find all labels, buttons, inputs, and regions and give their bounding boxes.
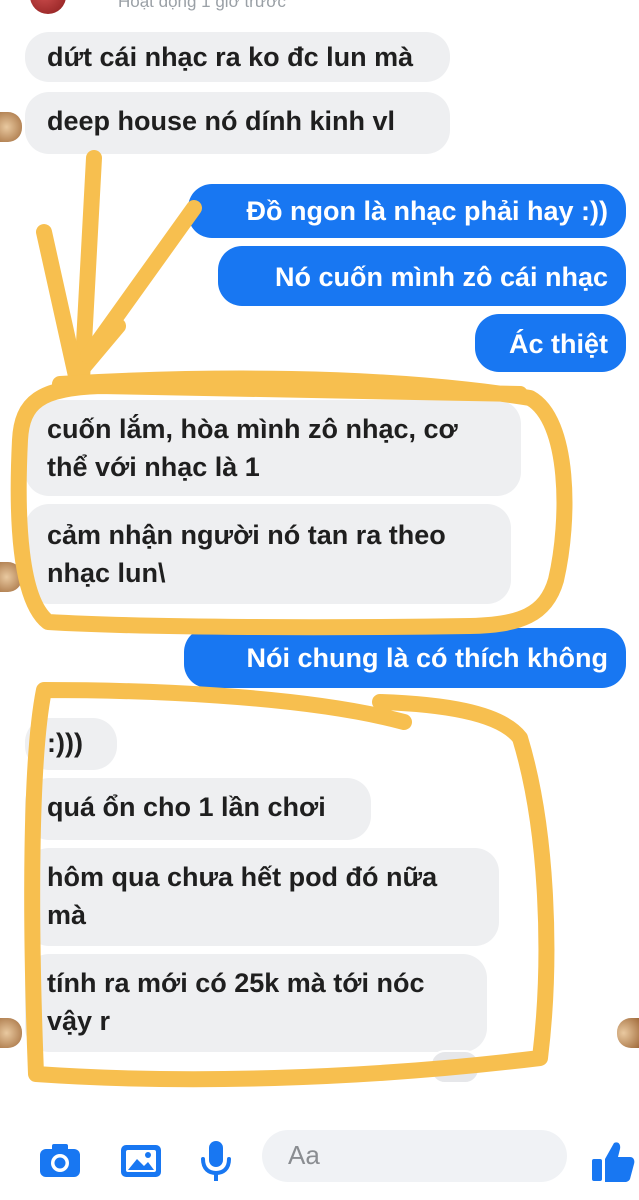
seen-avatar: [617, 1018, 639, 1048]
like-icon[interactable]: [590, 1137, 636, 1185]
message-incoming[interactable]: dứt cái nhạc ra ko đc lun mà: [25, 32, 450, 82]
gallery-icon[interactable]: [117, 1137, 165, 1185]
message-text: Ác thiệt: [508, 329, 608, 359]
message-text-line: hôm qua chưa hết pod đó nữa: [47, 862, 438, 892]
message-incoming[interactable]: hôm qua chưa hết pod đó nữa mà: [25, 848, 499, 946]
microphone-icon[interactable]: [192, 1137, 240, 1185]
message-incoming[interactable]: deep house nó dính kinh vl: [25, 92, 450, 154]
sender-avatar: [0, 562, 22, 592]
camera-icon[interactable]: [36, 1137, 84, 1185]
message-list: dứt cái nhạc ra ko đc lun mà deep house …: [0, 0, 639, 1125]
message-outgoing[interactable]: Nó cuốn mình zô cái nhạc: [218, 246, 626, 306]
message-incoming[interactable]: cảm nhận người nó tan ra theo nhạc lun\: [25, 504, 511, 604]
message-text-line: nhạc lun\: [47, 558, 166, 588]
message-incoming[interactable]: cuốn lắm, hòa mình zô nhạc, cơ thể với n…: [25, 400, 521, 496]
message-text: Đồ ngon là nhạc phải hay :)): [246, 196, 608, 226]
typing-indicator: [430, 1050, 480, 1084]
message-incoming[interactable]: tính ra mới có 25k mà tới nóc vậy r: [25, 954, 487, 1052]
message-text: Nó cuốn mình zô cái nhạc: [274, 262, 608, 292]
message-text-line: cảm nhận người nó tan ra theo: [47, 520, 446, 550]
message-text: quá ổn cho 1 lần chơi: [47, 792, 326, 822]
sender-avatar: [0, 1018, 22, 1048]
message-input-placeholder: Aa: [288, 1140, 320, 1170]
message-text-line: cuốn lắm, hòa mình zô nhạc, cơ: [47, 414, 458, 444]
message-outgoing[interactable]: Ác thiệt: [475, 314, 626, 372]
message-text-line: mà: [47, 900, 87, 930]
message-text: :))): [47, 728, 83, 758]
sender-avatar: [0, 112, 22, 142]
message-text: deep house nó dính kinh vl: [47, 106, 396, 136]
message-incoming[interactable]: :))): [25, 718, 117, 770]
message-outgoing[interactable]: Đồ ngon là nhạc phải hay :)): [188, 184, 626, 238]
message-input[interactable]: Aa: [262, 1130, 567, 1182]
message-text-line: thể với nhạc là 1: [47, 452, 260, 482]
message-text-line: vậy r: [47, 1006, 111, 1036]
message-text-line: tính ra mới có 25k mà tới nóc: [47, 968, 425, 998]
message-outgoing[interactable]: Nói chung là có thích không: [184, 628, 626, 688]
message-text: dứt cái nhạc ra ko đc lun mà: [47, 42, 414, 72]
message-text: Nói chung là có thích không: [246, 643, 609, 673]
message-incoming[interactable]: quá ổn cho 1 lần chơi: [25, 778, 371, 840]
